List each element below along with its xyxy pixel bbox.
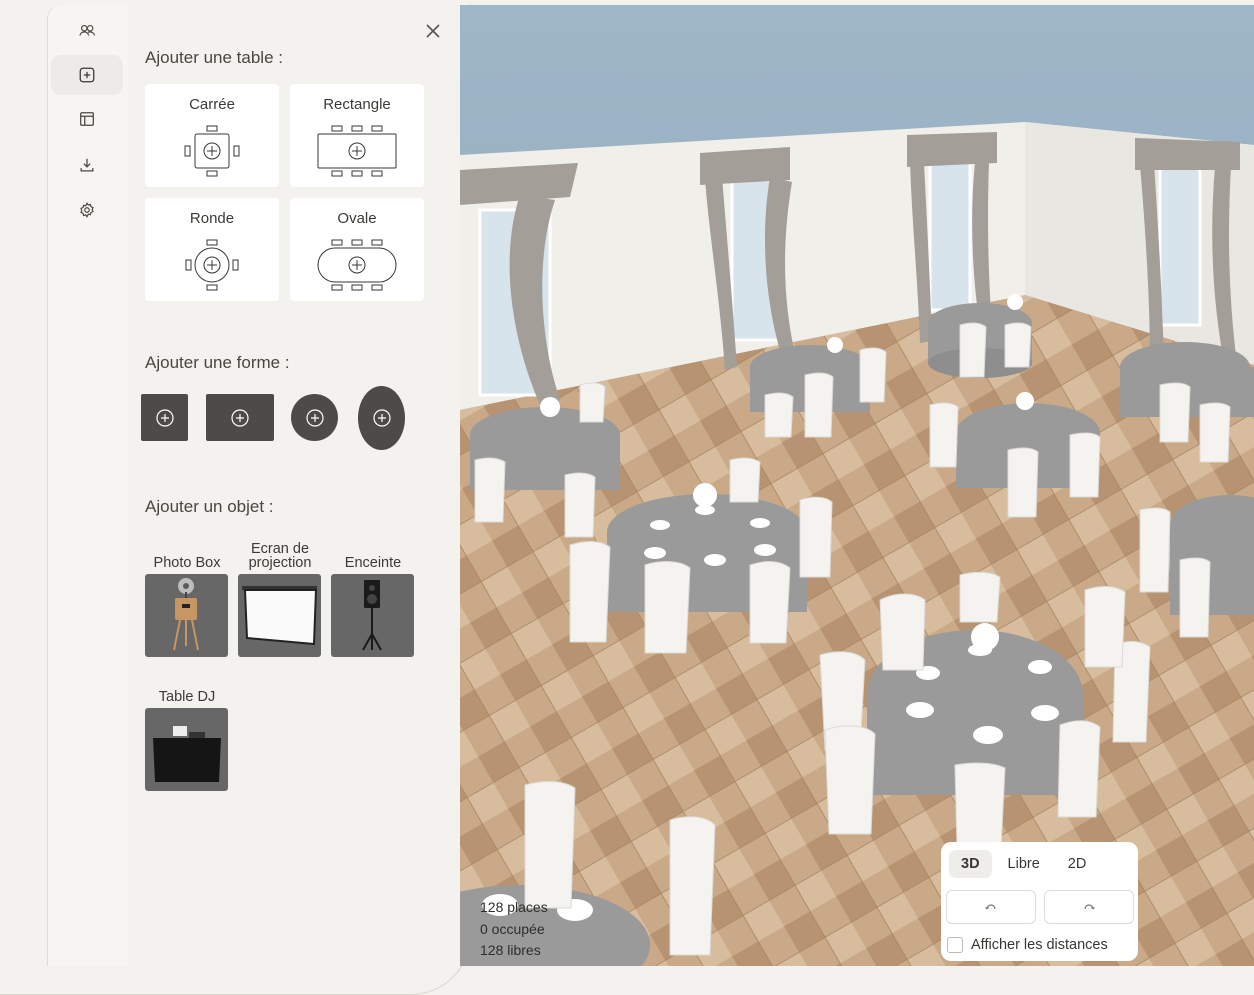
- close-icon: [426, 24, 440, 38]
- sidebar-item-guests[interactable]: [51, 11, 123, 51]
- table-card-label: Ovale: [337, 210, 377, 227]
- plus-circle-icon: [372, 409, 391, 427]
- add-square-icon: [79, 67, 95, 83]
- round-table-icon: [185, 239, 239, 291]
- gear-icon: [80, 202, 94, 218]
- sidebar-rail: [47, 5, 129, 966]
- object-label: Ecran de projection: [248, 541, 312, 571]
- object-label: Table DJ: [158, 689, 216, 705]
- table-card-rectangle[interactable]: Rectangle: [290, 84, 424, 187]
- sidebar-item-download[interactable]: [51, 145, 123, 185]
- rectangle-table-icon: [317, 125, 397, 177]
- objects-heading: Ajouter un objet :: [145, 497, 274, 516]
- square-shape-button[interactable]: [141, 394, 188, 441]
- photo-box-thumbnail: [145, 574, 228, 657]
- shapes-heading: Ajouter une forme :: [145, 353, 290, 372]
- tab-3d[interactable]: 3D: [949, 850, 992, 878]
- table-card-label: Rectangle: [323, 96, 391, 113]
- users-icon: [79, 25, 96, 36]
- rotate-right-icon: [1084, 904, 1095, 910]
- sidebar-item-add[interactable]: [51, 55, 123, 95]
- occupied-count: 0 occupée: [480, 920, 545, 937]
- app-window: Ajouter une table : Carrée Rectangle Ron…: [0, 0, 1254, 995]
- rotate-left-button[interactable]: [946, 890, 1036, 924]
- sidebar-item-layout[interactable]: [51, 99, 123, 139]
- plus-circle-icon: [305, 408, 324, 427]
- plus-circle-icon: [231, 408, 249, 427]
- places-count: 128 places: [480, 899, 548, 915]
- sidebar-item-settings[interactable]: [51, 190, 123, 230]
- object-dj-table[interactable]: Table DJ: [145, 668, 229, 791]
- download-icon: [80, 158, 94, 172]
- free-count: 128 libres: [480, 942, 541, 958]
- rotate-right-button[interactable]: [1044, 890, 1134, 924]
- object-label: Photo Box: [153, 555, 221, 571]
- oval-table-icon: [317, 239, 397, 291]
- layout-icon: [80, 112, 94, 126]
- tab-2d[interactable]: 2D: [1056, 850, 1099, 878]
- object-projection-screen[interactable]: Ecran de projection: [238, 534, 322, 657]
- dj-table-thumbnail: [145, 708, 228, 791]
- tab-libre[interactable]: Libre: [996, 850, 1052, 878]
- circle-shape-button[interactable]: [291, 394, 338, 441]
- view-controls: 3D Libre 2D Afficher les distances: [941, 842, 1138, 961]
- rectangle-shape-button[interactable]: [206, 394, 274, 441]
- plus-circle-icon: [155, 408, 174, 427]
- view-mode-tabs: 3D Libre 2D: [949, 850, 1098, 878]
- object-photo-box[interactable]: Photo Box: [145, 534, 229, 657]
- show-distances-checkbox[interactable]: [947, 937, 963, 953]
- tables-heading: Ajouter une table :: [145, 48, 283, 67]
- table-card-square[interactable]: Carrée: [145, 84, 279, 187]
- table-card-round[interactable]: Ronde: [145, 198, 279, 301]
- table-card-label: Carrée: [189, 96, 235, 113]
- square-table-icon: [184, 125, 240, 177]
- close-button[interactable]: [422, 20, 444, 42]
- speaker-thumbnail: [331, 574, 414, 657]
- projection-screen-thumbnail: [238, 574, 321, 657]
- rotate-left-icon: [985, 904, 996, 910]
- show-distances-toggle[interactable]: Afficher les distances: [947, 937, 1108, 953]
- venue-3d-view[interactable]: [460, 5, 1254, 966]
- table-card-label: Ronde: [189, 210, 235, 227]
- show-distances-label: Afficher les distances: [971, 937, 1108, 953]
- object-label: Enceinte: [344, 555, 402, 571]
- seat-stats: 128 places 0 occupée 128 libres: [480, 897, 548, 962]
- table-card-oval[interactable]: Ovale: [290, 198, 424, 301]
- scene-render: [460, 5, 1254, 966]
- oval-shape-button[interactable]: [358, 386, 405, 450]
- object-speaker[interactable]: Enceinte: [331, 534, 415, 657]
